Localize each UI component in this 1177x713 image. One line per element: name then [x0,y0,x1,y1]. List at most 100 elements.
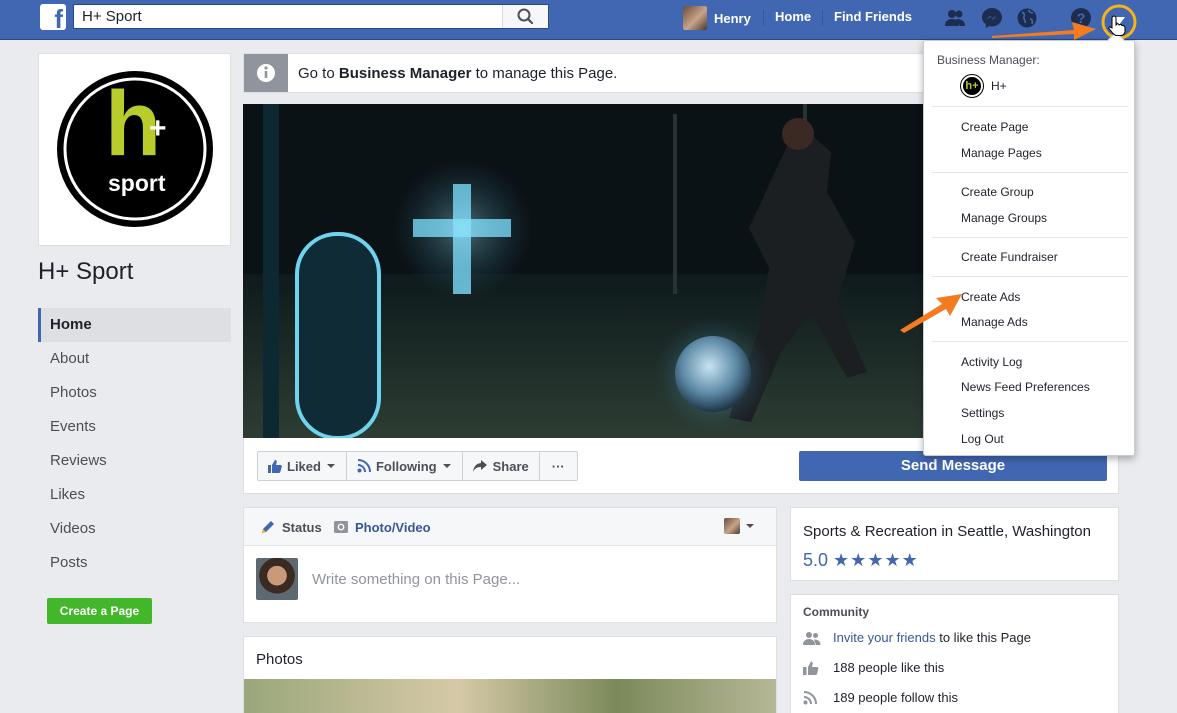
logo-word: sport [108,170,166,196]
menu-item-create-fundraiser[interactable]: Create Fundraiser [961,250,1058,264]
community-invite-row: Invite your friends to like this Page [803,630,1031,645]
menu-item-create-group[interactable]: Create Group [961,185,1034,199]
likes-count[interactable]: 188 people like this [833,660,944,675]
search-input[interactable] [74,5,494,28]
thumbs-up-icon [268,459,282,473]
business-manager-link[interactable]: Business Manager [339,65,472,82]
invite-suffix: to like this Page [935,630,1031,645]
people-icon [803,631,821,645]
notice-icon-box [244,54,288,92]
search-icon [517,8,534,25]
community-likes-row: 188 people like this [803,660,944,675]
nav-item-events[interactable]: Events [38,410,231,444]
post-composer: Status Photo/Video Write something on th… [243,507,777,623]
community-title: Community [803,605,869,619]
page-profile-picture[interactable]: h + sport [38,53,231,246]
follows-count[interactable]: 189 people follow this [833,690,958,705]
liked-button[interactable]: Liked [258,452,347,480]
create-a-page-button[interactable]: Create a Page [47,598,152,624]
menu-item-create-page[interactable]: Create Page [961,120,1028,134]
friend-requests-icon[interactable] [943,6,967,30]
notice-prefix: Go to [298,65,339,82]
search-box [73,4,549,29]
account-dropdown-menu: Business Manager: h+ H+ Create Page Mana… [923,31,1135,456]
business-name: H+ [991,79,1007,93]
photo-video-label: Photo/Video [355,519,431,535]
nav-item-likes[interactable]: Likes [38,478,231,512]
home-link[interactable]: Home [775,9,811,24]
post-as-selector[interactable] [724,518,755,534]
menu-divider [932,341,1128,342]
menu-item-manage-groups[interactable]: Manage Groups [961,211,1047,225]
community-follows-row: 189 people follow this [803,690,958,705]
status-label: Status [282,519,322,535]
nav-item-photos[interactable]: Photos [38,376,231,410]
invite-friends-link[interactable]: Invite your friends [833,630,936,645]
avatar [724,518,740,534]
menu-divider [932,237,1128,238]
menu-item-settings[interactable]: Settings [961,406,1004,420]
menu-item-activity-log[interactable]: Activity Log [961,355,1022,369]
business-logo-icon: h+ [961,75,983,97]
nav-item-videos[interactable]: Videos [38,512,231,546]
menu-item-manage-ads[interactable]: Manage Ads [961,315,1028,329]
rating-value: 5.0 [803,550,829,570]
rating-stars-icon: ★★★★★ [833,550,919,570]
nav-item-home[interactable]: Home [38,308,231,342]
community-card: Community Invite your friends to like th… [790,594,1119,713]
help-icon[interactable]: ? [1069,6,1093,30]
nav-item-reviews[interactable]: Reviews [38,444,231,478]
following-button[interactable]: Following [347,452,463,480]
photo-thumbnail[interactable] [244,679,776,713]
svg-text:?: ? [1077,10,1086,26]
status-tab[interactable]: Status [260,519,322,535]
composer-tabs: Status Photo/Video [244,508,776,546]
menu-divider [932,276,1128,277]
nav-divider [763,10,764,26]
photos-section-title[interactable]: Photos [256,651,303,668]
chevron-down-icon [326,464,335,468]
composer-input-row[interactable]: Write something on this Page... [256,558,520,600]
find-friends-link[interactable]: Find Friends [834,9,912,24]
page-navigation: Home About Photos Events Reviews Likes V… [38,308,231,580]
composer-placeholder[interactable]: Write something on this Page... [312,571,520,588]
rss-follow-icon [357,459,371,473]
page-rating[interactable]: 5.0 ★★★★★ [803,550,919,571]
messenger-icon[interactable] [980,6,1004,30]
page-category[interactable]: Sports & Recreation in Seattle, Washingt… [803,523,1091,540]
menu-item-log-out[interactable]: Log Out [961,432,1004,446]
rss-follow-icon [803,690,817,704]
nav-item-posts[interactable]: Posts [38,546,231,580]
chevron-down-icon [746,524,754,528]
business-manager-heading: Business Manager: [937,53,1040,67]
menu-divider [932,172,1128,173]
page-title[interactable]: H+ Sport [38,258,133,286]
logo-plus: + [149,112,167,145]
chevron-down-icon [442,464,451,468]
menu-divider [932,106,1128,107]
share-label: Share [492,458,529,474]
camera-icon [334,521,348,533]
thumbs-up-icon [803,661,819,675]
notice-text: Go to Business Manager to manage this Pa… [298,65,617,82]
pencil-icon [262,521,274,533]
share-arrow-icon [472,460,487,472]
photo-video-tab[interactable]: Photo/Video [333,519,431,535]
following-label: Following [375,458,437,474]
more-options-button[interactable]: ··· [540,452,577,480]
business-manager-item[interactable]: h+ H+ [961,75,1007,97]
page-actions-group: Liked Following Share ··· [257,451,578,481]
notifications-globe-icon[interactable] [1015,6,1039,30]
liked-label: Liked [287,458,321,474]
search-button[interactable] [502,5,548,28]
photos-section: Photos [243,636,777,713]
menu-item-news-feed-preferences[interactable]: News Feed Preferences [961,380,1090,394]
menu-item-manage-pages[interactable]: Manage Pages [961,146,1042,160]
about-card: Sports & Recreation in Seattle, Washingt… [790,507,1119,581]
nav-item-about[interactable]: About [38,342,231,376]
info-icon [257,64,275,82]
share-button[interactable]: Share [463,452,540,480]
profile-link[interactable]: Henry [683,6,751,30]
menu-item-create-ads[interactable]: Create Ads [961,290,1020,304]
facebook-logo-icon[interactable]: f [40,4,66,30]
